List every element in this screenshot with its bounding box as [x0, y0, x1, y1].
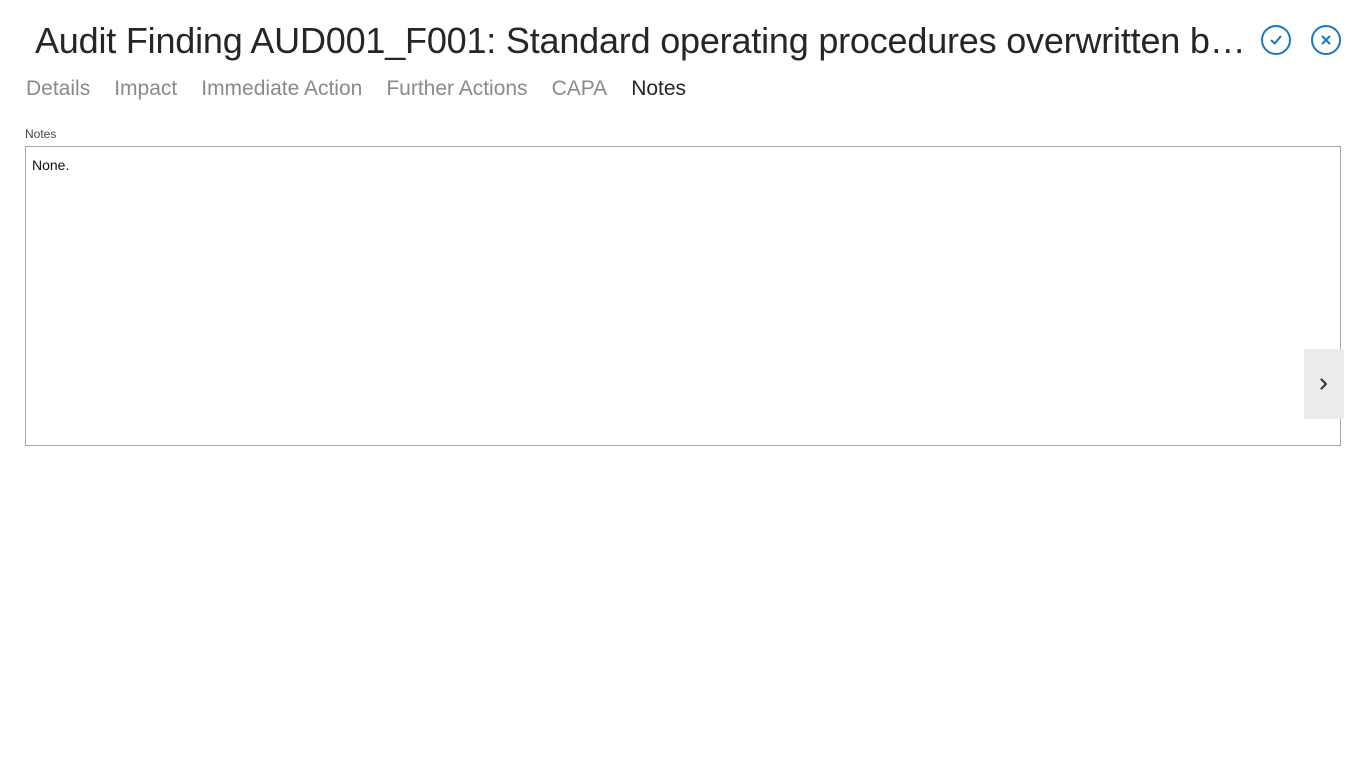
close-button[interactable]	[1311, 25, 1341, 55]
notes-value: None.	[32, 157, 70, 173]
tab-notes[interactable]: Notes	[631, 74, 686, 104]
tab-impact[interactable]: Impact	[114, 74, 177, 104]
audit-finding-form: Audit Finding AUD001_F001: Standard oper…	[0, 0, 1366, 768]
tab-details[interactable]: Details	[26, 74, 90, 104]
checkmark-icon	[1270, 35, 1282, 45]
notes-field-label: Notes	[25, 127, 57, 141]
tab-bar: Details Impact Immediate Action Further …	[26, 74, 710, 104]
notes-textarea[interactable]: None.	[25, 146, 1341, 446]
chevron-right-icon	[1320, 378, 1327, 390]
form-header: Audit Finding AUD001_F001: Standard oper…	[0, 0, 1366, 80]
save-button[interactable]	[1261, 25, 1291, 55]
tab-immediate-action[interactable]: Immediate Action	[201, 74, 362, 104]
tab-further-actions[interactable]: Further Actions	[386, 74, 527, 104]
next-page-button[interactable]	[1304, 349, 1344, 419]
close-icon	[1321, 35, 1331, 45]
page-title: Audit Finding AUD001_F001: Standard oper…	[35, 20, 1257, 61]
tab-capa[interactable]: CAPA	[552, 74, 608, 104]
